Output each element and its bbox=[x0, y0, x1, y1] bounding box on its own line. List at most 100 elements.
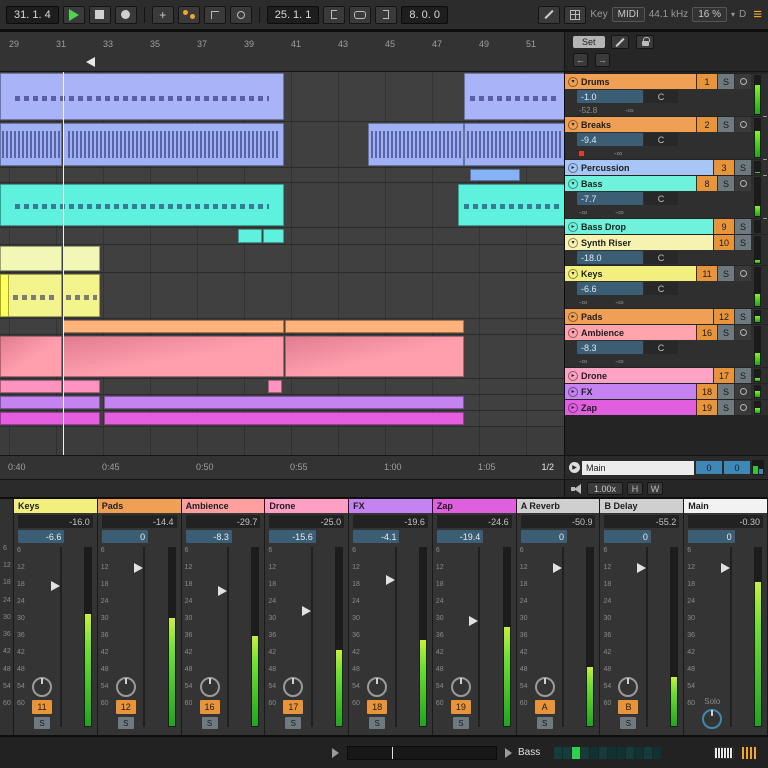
clip-fx[interactable] bbox=[0, 396, 100, 409]
fader-handle-icon[interactable] bbox=[637, 563, 646, 573]
track-name[interactable]: ▾Keys bbox=[565, 266, 696, 281]
mini-play-icon[interactable] bbox=[332, 748, 339, 758]
arrangement-row-fx[interactable] bbox=[0, 395, 564, 411]
midi-map-button[interactable]: MIDI bbox=[612, 7, 645, 22]
fader-handle-icon[interactable] bbox=[469, 616, 478, 626]
volume-fader[interactable] bbox=[730, 547, 732, 727]
clip-percussion[interactable] bbox=[470, 169, 520, 181]
clip-drums[interactable] bbox=[0, 73, 284, 120]
track-number-badge[interactable]: 19 bbox=[697, 400, 717, 415]
capture-midi-button[interactable] bbox=[230, 6, 252, 24]
mixer-track-name[interactable]: Ambience bbox=[182, 499, 265, 513]
main-track-fold-icon[interactable]: ▶ bbox=[569, 462, 580, 473]
fader-handle-icon[interactable] bbox=[134, 563, 143, 573]
arrangement-row-keys[interactable] bbox=[0, 273, 564, 319]
track-number-badge[interactable]: 3 bbox=[714, 160, 734, 175]
clip-zap[interactable] bbox=[0, 412, 100, 425]
arm-button[interactable] bbox=[735, 400, 751, 415]
clip-ambience[interactable] bbox=[285, 336, 464, 377]
volume-value[interactable]: -15.6 bbox=[269, 530, 315, 543]
track-name[interactable]: ▸Pads bbox=[565, 309, 713, 324]
fold-toggle-icon[interactable]: ▸ bbox=[568, 403, 578, 413]
track-number-badge[interactable]: 12 bbox=[116, 700, 136, 714]
arrangement-row-zap[interactable] bbox=[0, 411, 564, 427]
clip-keys[interactable] bbox=[0, 274, 62, 317]
arrangement-overview[interactable] bbox=[347, 746, 497, 760]
volume-value[interactable]: -6.6 bbox=[18, 530, 64, 543]
volume-value[interactable]: 0 bbox=[102, 530, 148, 543]
track-header-fx[interactable]: ▸FX 18 S bbox=[565, 384, 768, 399]
arm-button[interactable] bbox=[735, 384, 751, 399]
solo-button[interactable]: S bbox=[718, 176, 734, 191]
mixer-track-name[interactable]: Drone bbox=[265, 499, 348, 513]
volume-fader[interactable] bbox=[60, 547, 62, 727]
loop-length-display[interactable]: 8. 0. 0 bbox=[401, 6, 448, 24]
track-name[interactable]: ▸Percussion bbox=[565, 160, 713, 175]
track-number-badge[interactable]: 11 bbox=[32, 700, 52, 714]
track-volume-value[interactable]: -7.7 bbox=[577, 192, 643, 205]
clip-zap[interactable] bbox=[104, 412, 464, 425]
track-name[interactable]: ▾Breaks bbox=[565, 117, 696, 132]
track-pan-value[interactable]: C bbox=[644, 341, 678, 354]
arrangement-position-display[interactable]: 31. 1. 4 bbox=[6, 6, 59, 24]
clip-bass[interactable] bbox=[458, 184, 565, 226]
menu-icon[interactable]: ≡ bbox=[753, 7, 762, 22]
solo-button[interactable]: S bbox=[718, 266, 734, 281]
track-header-breaks[interactable]: ▾Breaks 2 S -9.4 C -∞ bbox=[565, 117, 768, 159]
solo-button[interactable]: S bbox=[369, 717, 385, 729]
fold-toggle-icon[interactable]: ▸ bbox=[568, 163, 578, 173]
volume-value[interactable]: -19.4 bbox=[437, 530, 483, 543]
arm-button[interactable] bbox=[735, 176, 751, 191]
track-number-badge[interactable]: 18 bbox=[367, 700, 387, 714]
overdub-indicator[interactable]: D bbox=[739, 9, 746, 20]
fold-toggle-icon[interactable]: ▸ bbox=[568, 312, 578, 322]
track-pan-value[interactable]: C bbox=[644, 133, 678, 146]
track-name[interactable]: ▾Synth Riser bbox=[565, 235, 713, 250]
volume-value[interactable]: -4.1 bbox=[353, 530, 399, 543]
follow-button[interactable] bbox=[564, 6, 586, 24]
track-number-badge[interactable]: 17 bbox=[714, 368, 734, 383]
solo-button[interactable]: S bbox=[620, 717, 636, 729]
main-track-name[interactable]: Main bbox=[582, 461, 694, 475]
track-pan-value[interactable]: C bbox=[644, 251, 678, 264]
solo-button[interactable]: S bbox=[718, 325, 734, 340]
clip-breaks[interactable] bbox=[464, 123, 565, 166]
solo-button[interactable]: S bbox=[735, 160, 751, 175]
arm-button[interactable] bbox=[735, 117, 751, 132]
solo-button[interactable]: S bbox=[34, 717, 50, 729]
mixer-track-name[interactable]: Keys bbox=[14, 499, 97, 513]
pan-knob[interactable] bbox=[200, 677, 220, 697]
solo-button[interactable]: S bbox=[718, 400, 734, 415]
punch-out-button[interactable] bbox=[375, 6, 397, 24]
selected-track-play-icon[interactable] bbox=[505, 748, 512, 758]
track-number-badge[interactable]: A bbox=[535, 700, 555, 714]
fader-handle-icon[interactable] bbox=[721, 563, 730, 573]
track-number-badge[interactable]: 11 bbox=[697, 266, 717, 281]
volume-fader[interactable] bbox=[646, 547, 648, 727]
clip-breaks[interactable] bbox=[63, 123, 284, 166]
peak-value[interactable]: -50.9 bbox=[521, 515, 596, 528]
loop-start-display[interactable]: 25. 1. 1 bbox=[267, 6, 320, 24]
fold-toggle-icon[interactable]: ▾ bbox=[568, 269, 578, 279]
track-header-bass-drop[interactable]: ▸Bass Drop 9 S bbox=[565, 219, 768, 234]
track-volume-value[interactable]: -18.0 bbox=[577, 251, 643, 264]
clip-ambience[interactable] bbox=[63, 336, 284, 377]
fold-toggle-icon[interactable]: ▾ bbox=[568, 328, 578, 338]
clip-synth-riser[interactable] bbox=[0, 246, 62, 271]
mixer-track-name[interactable]: A Reverb bbox=[517, 499, 600, 513]
main-send-a-value[interactable]: 0 bbox=[696, 461, 722, 474]
playhead[interactable] bbox=[63, 72, 64, 455]
peak-value[interactable]: -29.7 bbox=[186, 515, 261, 528]
main-send-b-value[interactable]: 0 bbox=[724, 461, 750, 474]
set-button[interactable]: Set bbox=[573, 36, 605, 48]
solo-button[interactable]: S bbox=[735, 219, 751, 234]
track-name[interactable]: ▸Zap bbox=[565, 400, 696, 415]
clip-pads[interactable] bbox=[63, 320, 284, 333]
track-header-synth-riser[interactable]: ▾Synth Riser 10 S -18.0 C bbox=[565, 235, 768, 265]
beat-ruler[interactable]: 293133353739414345474951 bbox=[0, 32, 565, 71]
clip-breaks[interactable] bbox=[368, 123, 464, 166]
fold-toggle-icon[interactable]: ▸ bbox=[568, 371, 578, 381]
mixer-track-name[interactable]: Zap bbox=[433, 499, 516, 513]
fader-handle-icon[interactable] bbox=[302, 606, 311, 616]
clip-drone[interactable] bbox=[268, 380, 282, 393]
